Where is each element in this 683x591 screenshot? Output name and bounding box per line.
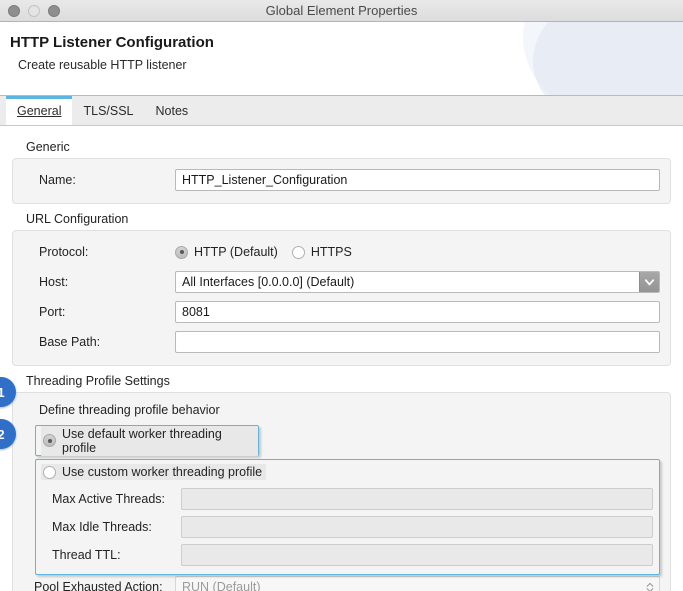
thread-ttl-label: Thread TTL: bbox=[41, 548, 181, 562]
tab-tls-ssl-label: TLS/SSL bbox=[83, 104, 133, 118]
radio-selected-icon bbox=[175, 246, 188, 259]
port-row: Port: 8081 bbox=[23, 299, 660, 325]
max-active-threads-row: Max Active Threads: bbox=[41, 487, 653, 512]
tab-notes[interactable]: Notes bbox=[145, 96, 200, 125]
threading-section: Define threading profile behavior Use de… bbox=[12, 392, 671, 591]
global-element-properties-window: Global Element Properties HTTP Listener … bbox=[0, 0, 683, 591]
chevron-down-icon[interactable] bbox=[639, 272, 659, 292]
max-idle-threads-label: Max Idle Threads: bbox=[41, 520, 181, 534]
thread-ttl-input[interactable] bbox=[181, 544, 653, 566]
protocol-radio-group: HTTP (Default) HTTPS bbox=[175, 245, 366, 259]
page-title: HTTP Listener Configuration bbox=[0, 22, 683, 51]
dialog-header: HTTP Listener Configuration Create reusa… bbox=[0, 22, 683, 96]
max-active-threads-input[interactable] bbox=[181, 488, 653, 510]
protocol-label: Protocol: bbox=[23, 245, 175, 259]
window-titlebar: Global Element Properties bbox=[0, 0, 683, 22]
name-label: Name: bbox=[23, 173, 175, 187]
threading-inner: Define threading profile behavior Use de… bbox=[23, 401, 660, 591]
tab-bar: General TLS/SSL Notes bbox=[0, 96, 683, 126]
protocol-option-https-label: HTTPS bbox=[311, 245, 352, 259]
tab-general[interactable]: General bbox=[6, 96, 72, 125]
window-title: Global Element Properties bbox=[0, 3, 683, 18]
base-path-input[interactable] bbox=[175, 331, 660, 353]
generic-section-title: Generic bbox=[12, 132, 671, 158]
max-idle-threads-row: Max Idle Threads: bbox=[41, 515, 653, 540]
host-label: Host: bbox=[23, 275, 175, 289]
port-label: Port: bbox=[23, 305, 175, 319]
page-subtitle: Create reusable HTTP listener bbox=[0, 51, 683, 72]
host-combobox[interactable]: All Interfaces [0.0.0.0] (Default) bbox=[175, 271, 660, 293]
use-custom-threading-radio[interactable]: Use custom worker threading profile bbox=[41, 464, 266, 480]
protocol-option-https[interactable]: HTTPS bbox=[292, 245, 352, 259]
use-default-threading-radio[interactable]: Use default worker threading profile bbox=[41, 426, 258, 456]
zoom-button[interactable] bbox=[48, 5, 60, 17]
default-threading-highlight: Use default worker threading profile bbox=[35, 425, 259, 456]
tab-tls-ssl[interactable]: TLS/SSL bbox=[72, 96, 144, 125]
use-default-threading-label: Use default worker threading profile bbox=[62, 427, 254, 455]
max-active-threads-label: Max Active Threads: bbox=[41, 492, 181, 506]
close-button[interactable] bbox=[8, 5, 20, 17]
port-input[interactable]: 8081 bbox=[175, 301, 660, 323]
general-tab-panel: Generic Name: HTTP_Listener_Configuratio… bbox=[0, 126, 683, 591]
name-input[interactable]: HTTP_Listener_Configuration bbox=[175, 169, 660, 191]
pool-exhausted-action-value: RUN (Default) bbox=[176, 577, 641, 591]
protocol-option-http[interactable]: HTTP (Default) bbox=[175, 245, 278, 259]
threading-section-title: Threading Profile Settings bbox=[12, 366, 671, 392]
host-row: Host: All Interfaces [0.0.0.0] (Default) bbox=[23, 269, 660, 295]
url-configuration-section: Protocol: HTTP (Default) HTTPS Host: All… bbox=[12, 230, 671, 366]
pool-exhausted-action-select[interactable]: RUN (Default) bbox=[175, 576, 660, 591]
name-row: Name: HTTP_Listener_Configuration bbox=[23, 167, 660, 193]
protocol-option-http-label: HTTP (Default) bbox=[194, 245, 278, 259]
define-threading-label: Define threading profile behavior bbox=[23, 401, 660, 425]
thread-ttl-row: Thread TTL: bbox=[41, 543, 653, 568]
host-combobox-value: All Interfaces [0.0.0.0] (Default) bbox=[176, 272, 639, 292]
tab-general-label: General bbox=[17, 104, 61, 118]
radio-unselected-icon bbox=[43, 466, 56, 479]
radio-unselected-icon bbox=[292, 246, 305, 259]
max-idle-threads-input[interactable] bbox=[181, 516, 653, 538]
base-path-label: Base Path: bbox=[23, 335, 175, 349]
url-configuration-section-title: URL Configuration bbox=[12, 204, 671, 230]
window-controls bbox=[0, 5, 60, 17]
radio-selected-icon bbox=[43, 434, 56, 447]
pool-exhausted-action-row: Pool Exhausted Action: RUN (Default) bbox=[23, 575, 660, 591]
pool-exhausted-action-label: Pool Exhausted Action: bbox=[23, 580, 175, 591]
custom-threading-highlight: Use custom worker threading profile Max … bbox=[35, 459, 660, 575]
generic-section: Name: HTTP_Listener_Configuration bbox=[12, 158, 671, 204]
use-custom-threading-label: Use custom worker threading profile bbox=[62, 465, 262, 479]
stepper-updown-icon[interactable] bbox=[641, 581, 659, 591]
protocol-row: Protocol: HTTP (Default) HTTPS bbox=[23, 239, 660, 265]
minimize-button[interactable] bbox=[28, 5, 40, 17]
base-path-row: Base Path: bbox=[23, 329, 660, 355]
tab-notes-label: Notes bbox=[156, 104, 189, 118]
